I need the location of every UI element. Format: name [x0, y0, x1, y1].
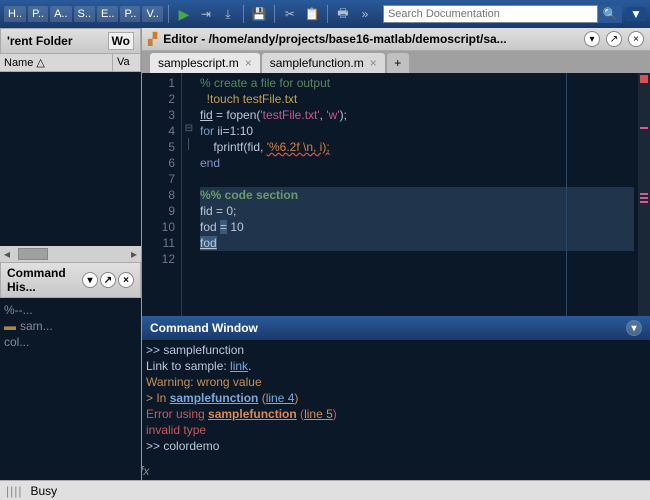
save-icon[interactable]: 💾 — [249, 4, 269, 24]
layout-dropdown-icon[interactable]: ▼ — [626, 7, 646, 21]
tab-apps[interactable]: A.. — [50, 6, 71, 22]
overview-ruler[interactable] — [638, 73, 650, 316]
history-close-icon[interactable]: × — [118, 272, 134, 288]
history-body: %--... sam... col... — [0, 298, 141, 480]
command-history-header: Command His... ▾ ↗ × — [0, 262, 141, 298]
history-item[interactable]: col... — [4, 334, 137, 350]
editor-header: ▞ Editor - /home/andy/projects/base16-ma… — [142, 28, 650, 51]
workspace-tab[interactable]: Wo — [108, 32, 134, 50]
main-toolbar: H.. P.. A.. S.. E.. P.. V.. ▶ ⇥ ⤓ 💾 ✂ 📋 … — [0, 0, 650, 28]
tab-shortcuts[interactable]: S.. — [74, 6, 95, 22]
scroll-left-icon[interactable]: ◂ — [0, 247, 14, 261]
tab-editor[interactable]: E.. — [97, 6, 118, 22]
link-fn[interactable]: samplefunction — [170, 391, 259, 405]
file-tab-samplescript[interactable]: samplescript.m× — [150, 53, 260, 73]
command-window-title: Command Window — [150, 321, 258, 335]
editor-undock-icon[interactable]: ↗ — [606, 31, 622, 47]
editor-close-icon[interactable]: × — [628, 31, 644, 47]
current-folder-header: 'rent Folder Wo — [0, 28, 141, 54]
fold-column[interactable]: ⊟│ — [182, 73, 196, 316]
line-gutter: 123456789101112 — [142, 73, 182, 316]
tab-plots[interactable]: P.. — [28, 6, 48, 22]
search-icon[interactable]: 🔍 — [598, 5, 622, 23]
run-icon[interactable]: ▶ — [174, 4, 194, 24]
link-sample[interactable]: link — [230, 359, 248, 373]
tab-publish[interactable]: P.. — [120, 6, 140, 22]
resize-grip-icon[interactable]: |||| — [6, 484, 22, 498]
cmdwin-menu-icon[interactable]: ▾ — [626, 320, 642, 336]
print-icon[interactable]: 🖶 — [333, 4, 353, 24]
col-value[interactable]: Va — [113, 54, 141, 71]
editor-menu-icon[interactable]: ▾ — [584, 31, 600, 47]
scroll-right-icon[interactable]: ▸ — [127, 247, 141, 261]
link-line4[interactable]: line 4 — [266, 391, 295, 405]
editor-file-icon: ▞ — [148, 32, 157, 46]
command-window-body[interactable]: >> samplefunction Link to sample: link. … — [142, 340, 650, 480]
add-tab-icon[interactable]: + — [387, 53, 409, 73]
step-icon[interactable]: ⇥ — [196, 4, 216, 24]
history-item[interactable]: %--... — [4, 302, 137, 318]
folder-content — [0, 72, 141, 246]
status-bar: |||| Busy — [0, 480, 650, 500]
command-history-title: Command His... — [7, 266, 82, 294]
ruler — [566, 73, 567, 316]
cut-icon[interactable]: ✂ — [280, 4, 300, 24]
link-line5[interactable]: line 5 — [304, 407, 333, 421]
history-undock-icon[interactable]: ↗ — [100, 272, 116, 288]
close-tab-icon[interactable]: × — [245, 56, 252, 70]
close-tab-icon[interactable]: × — [370, 56, 377, 70]
folder-scrollbar[interactable]: ◂ ▸ — [0, 246, 141, 262]
step-in-icon[interactable]: ⤓ — [218, 4, 238, 24]
code-area[interactable]: % create a file for output !touch testFi… — [196, 73, 638, 316]
more-icon[interactable]: » — [355, 4, 375, 24]
link-fn[interactable]: samplefunction — [208, 407, 297, 421]
tab-view[interactable]: V.. — [142, 6, 162, 22]
history-item[interactable]: sam... — [4, 318, 137, 334]
error-marker-icon[interactable] — [640, 75, 648, 83]
history-menu-icon[interactable]: ▾ — [82, 272, 98, 288]
file-tab-samplefunction[interactable]: samplefunction.m× — [262, 53, 385, 73]
scroll-thumb[interactable] — [18, 248, 48, 260]
tab-home[interactable]: H.. — [4, 6, 26, 22]
col-name[interactable]: Name △ — [0, 54, 113, 71]
folder-columns: Name △ Va — [0, 54, 141, 72]
fx-icon[interactable]: fx — [142, 464, 149, 478]
status-text: Busy — [30, 484, 57, 498]
editor-body[interactable]: 123456789101112 ⊟│ % create a file for o… — [142, 73, 650, 316]
current-folder-title: 'rent Folder — [7, 34, 73, 48]
file-tabs: samplescript.m× samplefunction.m× + — [142, 51, 650, 73]
search-input[interactable] — [383, 5, 598, 23]
editor-title: Editor - /home/andy/projects/base16-matl… — [163, 32, 578, 46]
paste-icon[interactable]: 📋 — [302, 4, 322, 24]
command-window-header: Command Window ▾ — [142, 316, 650, 340]
